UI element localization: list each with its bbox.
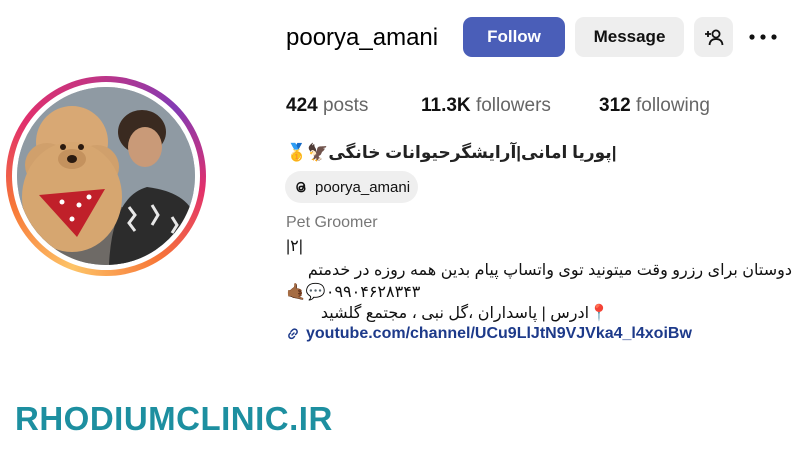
followers-link[interactable]: 11.3K followers <box>421 95 551 117</box>
link-text: youtube.com/channel/UCu9LlJtN9VJVka4_l4x… <box>306 325 692 342</box>
threads-icon <box>293 179 309 195</box>
watermark-text: RHODIUMCLINIC.IR <box>15 400 333 437</box>
more-options-icon <box>749 34 777 40</box>
followers-number: 11.3K <box>421 95 471 116</box>
profile-username: poorya_amani <box>286 24 439 51</box>
following-label: following <box>635 95 710 116</box>
followers-label: followers <box>475 95 551 116</box>
suggested-users-button[interactable] <box>694 17 733 57</box>
profile-external-link[interactable]: youtube.com/channel/UCu9LlJtN9VJVka4_l4x… <box>286 325 692 343</box>
threads-badge[interactable]: poorya_amani <box>285 171 418 203</box>
posts-label: posts <box>322 95 369 116</box>
avatar[interactable] <box>17 87 195 265</box>
bio-line: |۲| <box>286 238 303 255</box>
bio-line: 🤙🏾💬۰۹۹۰۴۶۲۸۳۴۳ <box>286 284 421 301</box>
bio-line: 📍ادرس | پاسداران ،گل نبی ، مجتمع گلشید <box>320 305 609 322</box>
following-link[interactable]: 312 following <box>599 95 710 117</box>
avatar-photo <box>17 87 195 265</box>
posts-count: 424 posts <box>286 95 368 117</box>
follow-button[interactable]: Follow <box>463 17 565 57</box>
message-button[interactable]: Message <box>575 17 684 57</box>
bio-line: دوستان برای رزرو وقت میتونید توی واتساپ … <box>307 262 792 279</box>
profile-full-name: 🥇🦅پوریا امانی|آرایشگرحیوانات خانگی| <box>286 143 617 162</box>
link-icon <box>286 327 300 341</box>
threads-handle: poorya_amani <box>315 178 411 196</box>
posts-number: 424 <box>286 95 318 116</box>
avatar-story-ring[interactable] <box>6 76 206 276</box>
following-number: 312 <box>599 95 631 116</box>
avatar-frame <box>12 82 200 270</box>
profile-category: Pet Groomer <box>286 214 378 231</box>
add-user-icon <box>704 28 724 46</box>
more-options-button[interactable] <box>745 22 781 52</box>
